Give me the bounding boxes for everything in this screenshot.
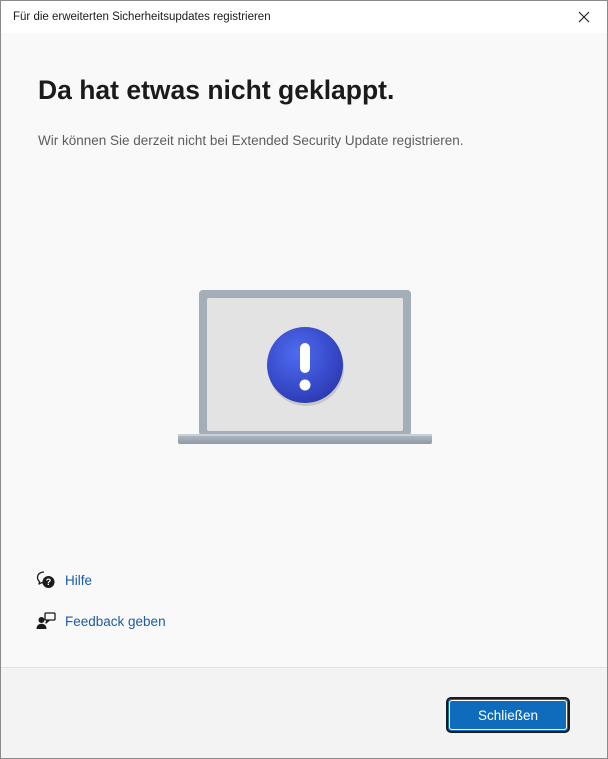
help-link[interactable]: ? Hilfe — [36, 569, 92, 591]
footer-bar: Schließen — [1, 667, 607, 758]
help-link-label[interactable]: Hilfe — [65, 573, 92, 588]
feedback-link[interactable]: Feedback geben — [36, 610, 166, 632]
close-button-label: Schließen — [477, 707, 539, 723]
laptop-with-exclamation-icon — [178, 290, 432, 444]
dialog-window: Für die erweiterten Sicherheitsupdates r… — [0, 0, 608, 759]
close-button[interactable]: Schließen — [446, 697, 570, 733]
window-title: Für die erweiterten Sicherheitsupdates r… — [13, 11, 271, 23]
content-area: Da hat etwas nicht geklappt. Wir können … — [1, 33, 607, 667]
help-chat-icon: ? — [36, 570, 56, 590]
close-icon — [578, 11, 590, 23]
feedback-link-label[interactable]: Feedback geben — [65, 614, 166, 629]
svg-text:?: ? — [46, 577, 52, 587]
feedback-icon — [36, 611, 56, 631]
close-window-button[interactable] — [561, 1, 607, 33]
page-title: Da hat etwas nicht geklappt. — [38, 75, 395, 105]
title-bar[interactable]: Für die erweiterten Sicherheitsupdates r… — [1, 1, 607, 33]
error-message: Wir können Sie derzeit nicht bei Extende… — [38, 133, 464, 148]
